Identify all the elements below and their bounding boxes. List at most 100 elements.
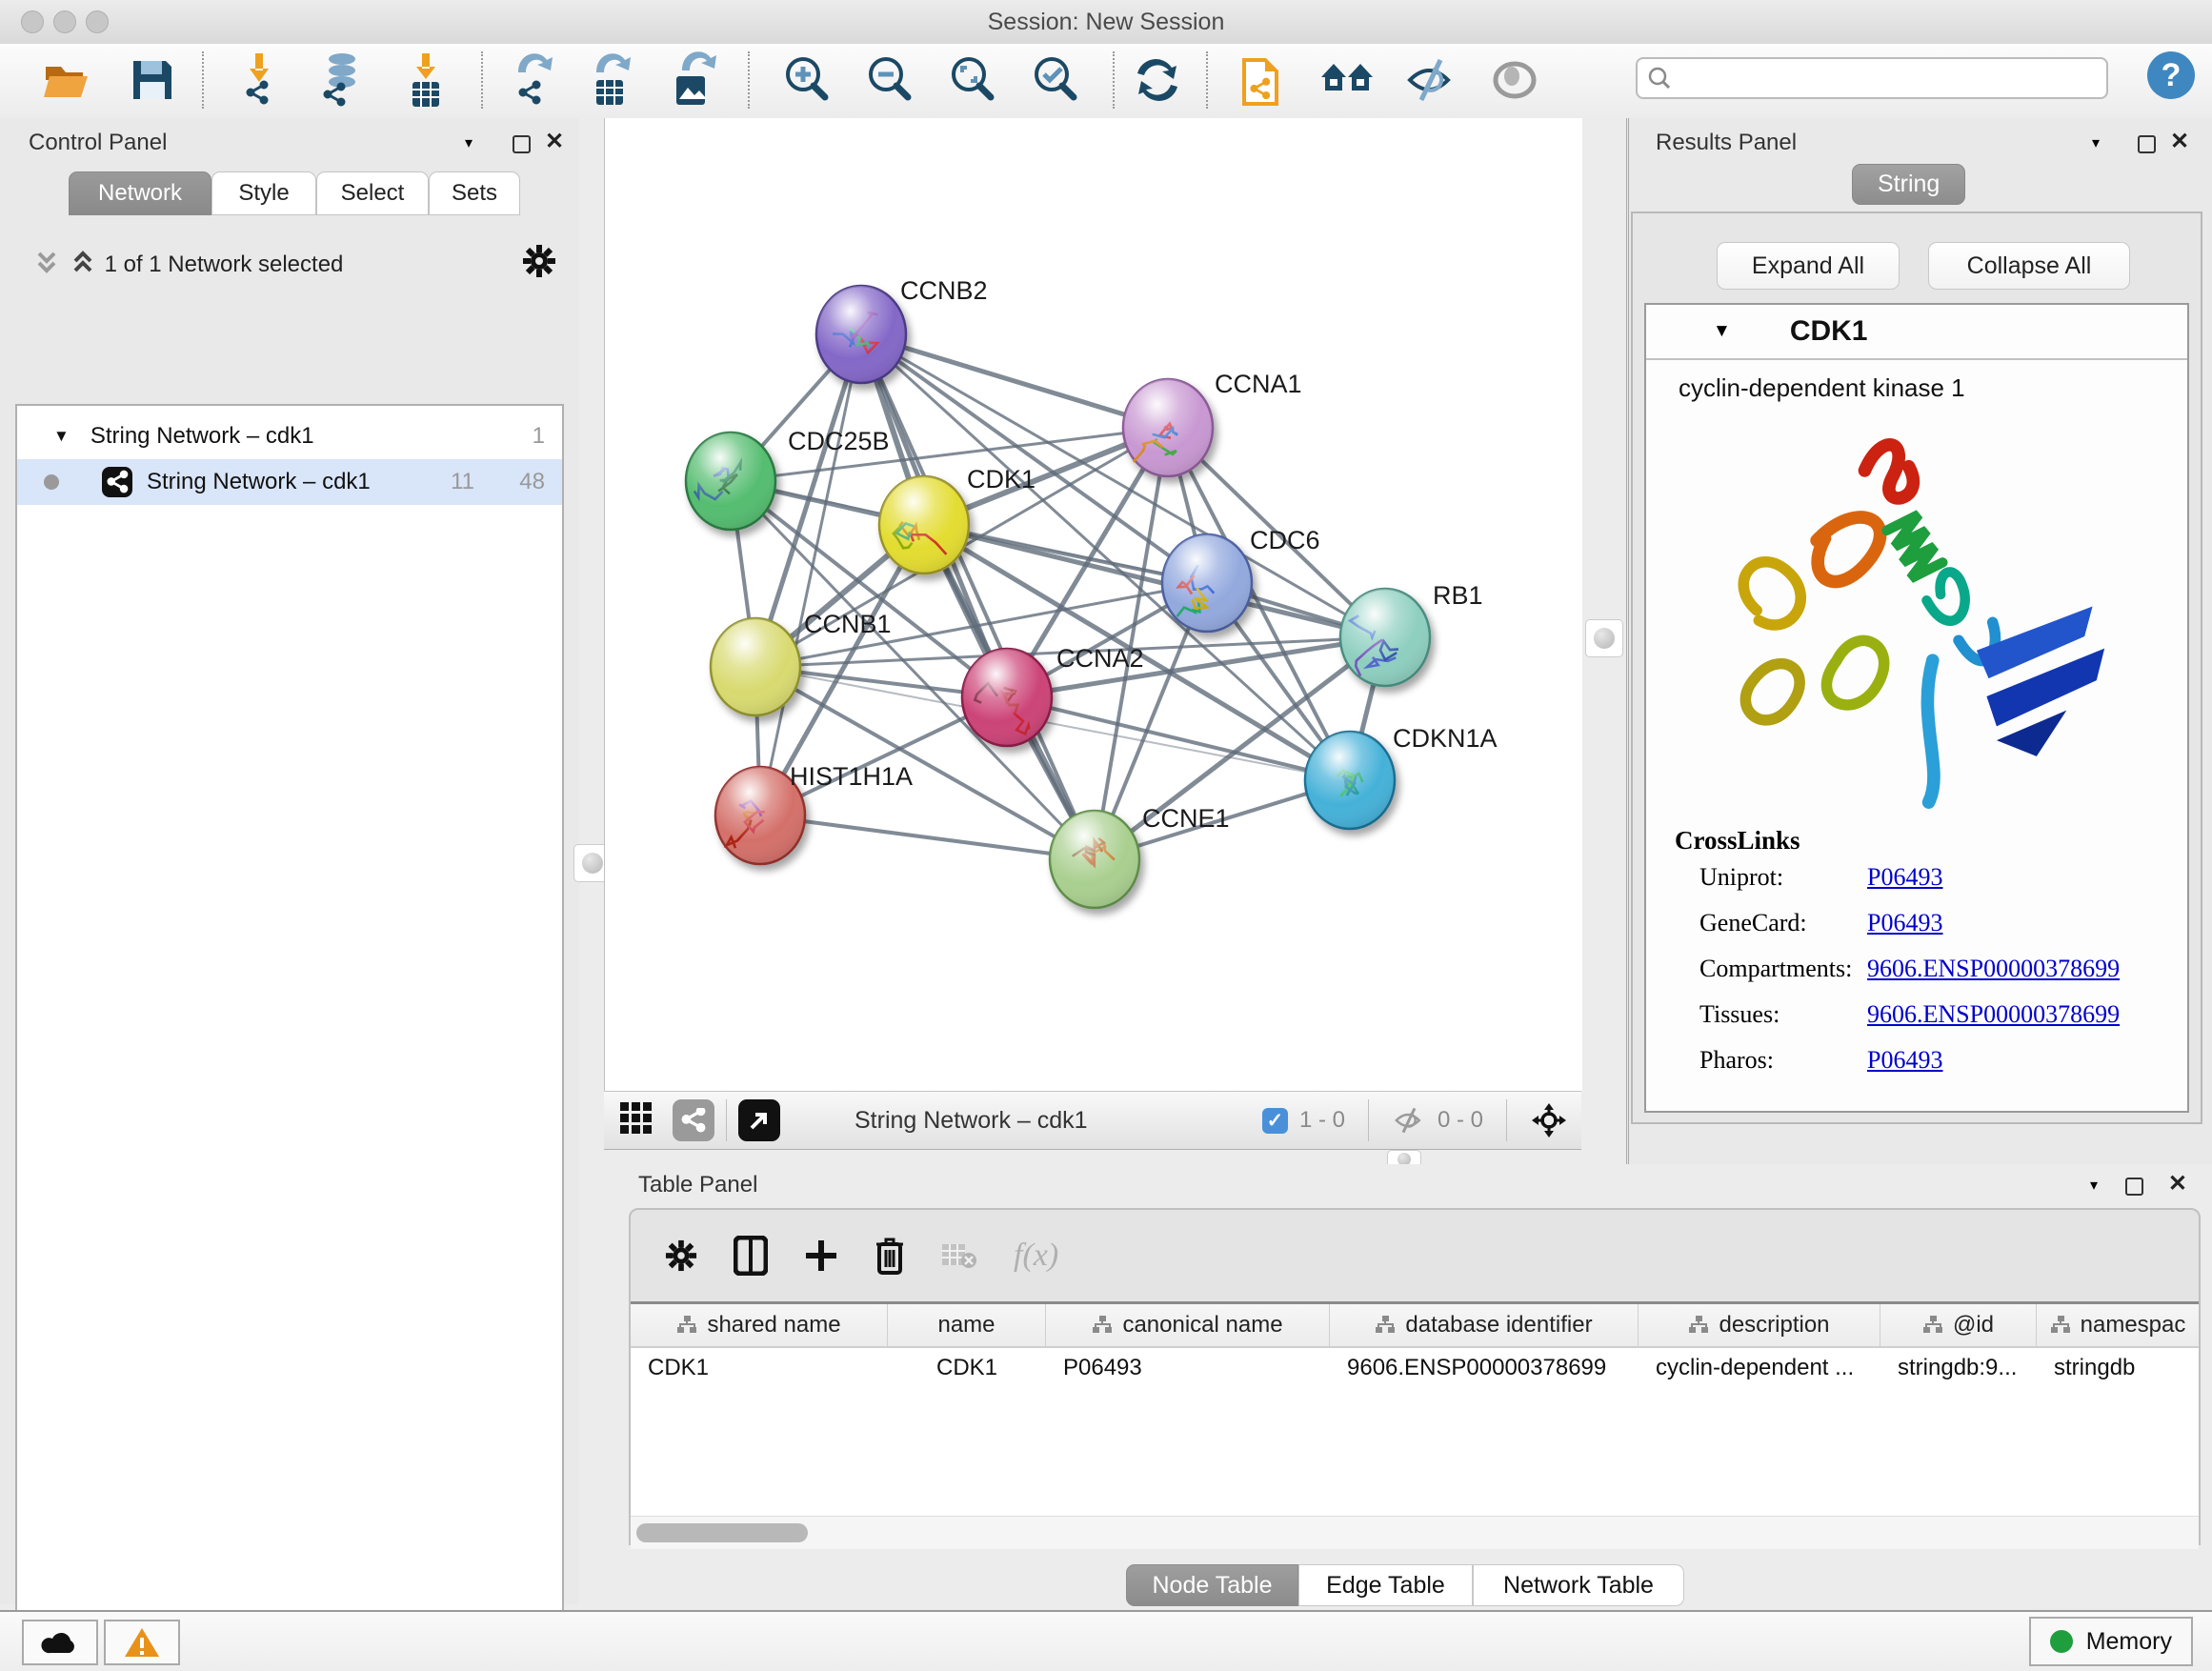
cell-id[interactable]: stringdb:9...: [1880, 1348, 2037, 1388]
results-panel-float-button[interactable]: [2138, 135, 2156, 153]
save-session-button[interactable]: [122, 50, 183, 111]
tab-edge-table[interactable]: Edge Table: [1298, 1564, 1473, 1606]
memory-button[interactable]: Memory: [2029, 1617, 2193, 1666]
tab-style[interactable]: Style: [211, 171, 316, 215]
column-tree-icon: [1688, 1316, 1709, 1335]
cloud-status-button[interactable]: [22, 1620, 98, 1665]
scrollbar-thumb[interactable]: [636, 1523, 808, 1542]
column-header[interactable]: namespac: [2037, 1304, 2199, 1346]
cell-shared-name[interactable]: CDK1: [631, 1348, 888, 1388]
export-image-button[interactable]: [661, 50, 722, 111]
right-splitter-handle[interactable]: [1585, 619, 1623, 657]
network-node-CDC6[interactable]: [1162, 534, 1252, 632]
zoom-in-button[interactable]: [776, 50, 837, 111]
node-result-header[interactable]: ▼ CDK1: [1646, 305, 2187, 360]
cell-namespace[interactable]: stringdb: [2037, 1348, 2199, 1388]
selected-checkbox-icon[interactable]: ✓: [1262, 1108, 1288, 1134]
control-panel-menu-button[interactable]: ▾: [465, 133, 473, 152]
delete-column-icon[interactable]: [875, 1237, 905, 1275]
help-button[interactable]: ?: [2145, 50, 2197, 106]
results-panel-menu-button[interactable]: ▾: [2092, 133, 2100, 152]
network-node-CCNA1[interactable]: [1123, 379, 1213, 476]
refresh-button[interactable]: [1127, 50, 1188, 111]
zoom-selected-button[interactable]: [1025, 50, 1086, 111]
main-toolbar: ?: [0, 44, 2212, 120]
tab-node-table[interactable]: Node Table: [1126, 1564, 1298, 1606]
expand-triangle-icon[interactable]: ▼: [53, 427, 70, 446]
tab-sets[interactable]: Sets: [429, 171, 520, 215]
export-image-icon: [665, 51, 718, 109]
cell-description[interactable]: cyclin-dependent ...: [1639, 1348, 1880, 1388]
network-node-CCNB1[interactable]: [711, 618, 800, 715]
string-import-button[interactable]: [1231, 50, 1292, 111]
network-node-CDK1[interactable]: [879, 476, 969, 574]
network-node-CCNE1[interactable]: [1050, 811, 1139, 908]
tab-network[interactable]: Network: [69, 171, 211, 215]
network-node-CDKN1A[interactable]: [1305, 732, 1395, 829]
zoom-fit-button[interactable]: [942, 50, 1003, 111]
show-columns-icon[interactable]: [734, 1236, 768, 1276]
export-table-button[interactable]: [579, 50, 640, 111]
cell-database-identifier[interactable]: 9606.ENSP00000378699: [1330, 1348, 1639, 1388]
network-view-mode-button[interactable]: [673, 1099, 714, 1141]
horizontal-scrollbar[interactable]: [631, 1516, 2199, 1549]
import-table-button[interactable]: [395, 50, 456, 111]
expand-all-button[interactable]: Expand All: [1717, 242, 1900, 290]
network-node-CCNA2[interactable]: [962, 649, 1052, 746]
column-header[interactable]: canonical name: [1046, 1304, 1330, 1346]
network-canvas[interactable]: CCNB2CCNA1CDC25BCDK1CDC6RB1CCNB1CCNA2CDK…: [604, 118, 1582, 1091]
crosslink-value[interactable]: 9606.ENSP00000378699: [1867, 955, 2120, 983]
column-header[interactable]: database identifier: [1330, 1304, 1639, 1346]
grid-view-button[interactable]: [617, 1099, 655, 1142]
cell-name[interactable]: CDK1: [888, 1348, 1046, 1388]
network-options-button[interactable]: [522, 244, 556, 283]
crosslink-value[interactable]: P06493: [1867, 863, 1942, 892]
control-panel-float-button[interactable]: [513, 135, 531, 153]
add-column-icon[interactable]: [804, 1238, 838, 1273]
search-field[interactable]: [1636, 57, 2108, 99]
save-floppy-icon: [128, 55, 177, 105]
string-hide-glass-button[interactable]: [1400, 50, 1461, 111]
cell-canonical-name[interactable]: P06493: [1046, 1348, 1330, 1388]
collapse-triangle-icon[interactable]: ▼: [1713, 321, 1731, 342]
table-panel-float-button[interactable]: [2125, 1178, 2143, 1196]
birds-eye-view-button[interactable]: [738, 1099, 780, 1141]
string-show-glass-button[interactable]: [1484, 50, 1545, 111]
warnings-button[interactable]: [104, 1620, 180, 1665]
column-header[interactable]: @id: [1880, 1304, 2037, 1346]
export-network-button[interactable]: [503, 50, 564, 111]
crosslink-value[interactable]: P06493: [1867, 909, 1942, 937]
column-header[interactable]: description: [1639, 1304, 1880, 1346]
node-label-CCNE1: CCNE1: [1142, 804, 1230, 833]
network-row[interactable]: String Network – cdk1 11 48: [17, 459, 562, 505]
string-home-button[interactable]: [1317, 50, 1377, 111]
import-network-database-button[interactable]: [310, 50, 371, 111]
search-input[interactable]: [1672, 65, 2076, 91]
network-node-CCNB2[interactable]: [816, 286, 906, 383]
crosslink-value[interactable]: P06493: [1867, 1046, 1942, 1075]
column-header[interactable]: shared name: [631, 1304, 888, 1346]
network-node-CDC25B[interactable]: [686, 433, 775, 530]
network-edge[interactable]: [760, 334, 861, 815]
tab-network-table[interactable]: Network Table: [1473, 1564, 1684, 1606]
table-row[interactable]: CDK1 CDK1 P06493 9606.ENSP00000378699 cy…: [631, 1348, 2199, 1388]
zoom-out-button[interactable]: [859, 50, 920, 111]
control-panel-close-button[interactable]: ✕: [545, 128, 564, 155]
tab-select[interactable]: Select: [316, 171, 429, 215]
network-edge[interactable]: [760, 815, 1095, 859]
results-panel-close-button[interactable]: ✕: [2170, 128, 2189, 155]
network-node-RB1[interactable]: [1340, 589, 1430, 686]
tab-string[interactable]: String: [1852, 164, 1965, 205]
open-session-button[interactable]: [36, 50, 97, 111]
table-panel-close-button[interactable]: ✕: [2168, 1170, 2187, 1198]
node-label-HIST1H1A: HIST1H1A: [790, 762, 913, 791]
table-options-gear-icon[interactable]: [665, 1239, 697, 1272]
import-network-file-button[interactable]: [229, 50, 290, 111]
collapse-all-button[interactable]: Collapse All: [1928, 242, 2130, 290]
table-panel-menu-button[interactable]: ▾: [2090, 1176, 2098, 1195]
network-edge[interactable]: [861, 334, 1168, 428]
network-collection-row[interactable]: ▼ String Network – cdk1 1: [17, 413, 562, 459]
crosslink-value[interactable]: 9606.ENSP00000378699: [1867, 1000, 2120, 1029]
navigate-crosshair-icon[interactable]: [1530, 1101, 1568, 1139]
column-header[interactable]: name: [888, 1304, 1046, 1346]
